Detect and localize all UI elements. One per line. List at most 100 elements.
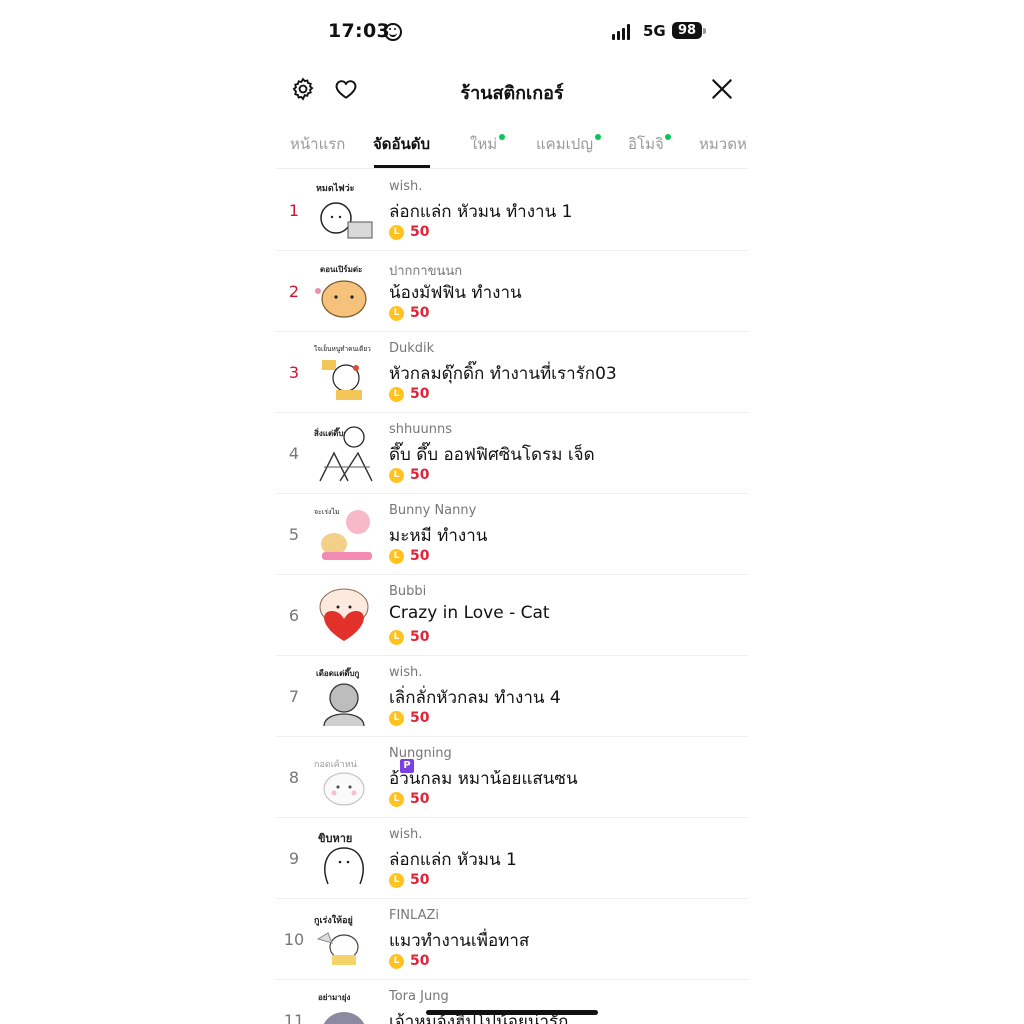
sticker-thumbnail: ขิบหาย [314, 828, 376, 888]
list-item[interactable]: 9 ขิบหาย wish. ล่อกแล่ก หัวมน 1 L 50 [276, 818, 748, 899]
sticker-thumbnail: สิ่งแต่ดึ๊บกู [314, 423, 376, 483]
rank-number: 7 [288, 687, 300, 706]
list-item[interactable]: 2 ดอนเปิร์มด่ะ ปากกาขนนก น้องมัฟฟิน ทำงา… [276, 251, 748, 332]
tab-emoji-dot [665, 134, 671, 140]
coin-icon: L [389, 225, 404, 240]
price-value: 50 [410, 467, 430, 483]
rank-number: 3 [288, 363, 300, 382]
author-name: FINLAZi [389, 908, 439, 923]
header-bar: ร้านสติกเกอร์ [276, 68, 748, 112]
thumb-text: ดอนเปิร์มด่ะ [320, 264, 362, 274]
tab-ranking[interactable]: จัดอันดับ [373, 132, 430, 156]
list-item[interactable]: 5 จะเร่งไม Bunny Nanny มะหมี ทำงาน L 50 [276, 494, 748, 575]
sticker-thumbnail: จะเร่งไม [314, 504, 376, 564]
tab-campaign[interactable]: แคมเปญ [536, 132, 593, 156]
price-value: 50 [410, 872, 430, 888]
page-title: ร้านสติกเกอร์ [460, 83, 564, 104]
status-time: 17:03 [328, 20, 390, 42]
battery-level: 98 [672, 22, 702, 39]
coin-icon: L [389, 873, 404, 888]
coin-icon: L [389, 711, 404, 726]
list-item[interactable]: 6 Bubbi Crazy in Love - Cat L 50 [276, 575, 748, 656]
thumb-text: กูเร่งให้อยู่ [314, 914, 353, 926]
rank-number: 1 [288, 201, 300, 220]
author-name: Dukdik [389, 341, 435, 356]
active-tab-underline [374, 165, 430, 168]
sticker-thumbnail: กูเร่งให้อยู่ [314, 909, 376, 969]
sticker-title: ดึ๊บ ดึ๊บ ออฟฟิศซินโดรม เจ็ด [389, 445, 595, 465]
sticker-thumbnail: หมดไฟว่ะ [314, 180, 376, 240]
author-name: wish. [389, 827, 423, 842]
tab-campaign-dot [595, 134, 601, 140]
thumb-text: หมดไฟว่ะ [316, 182, 355, 194]
author-name: Tora Jung [389, 989, 449, 1004]
author-name: Bubbi [389, 584, 427, 599]
list-item[interactable]: 1 หมดไฟว่ะ wish. ล่อกแล่ก หัวมน ทำงาน 1 … [276, 170, 748, 251]
price-value: 50 [410, 953, 430, 969]
rank-number: 11 [283, 1011, 305, 1024]
close-icon[interactable] [709, 76, 735, 102]
tab-new[interactable]: ใหม่ [470, 132, 497, 156]
price-value: 50 [410, 791, 430, 807]
author-name: wish. [389, 665, 423, 680]
price-value: 50 [410, 710, 430, 726]
rank-number: 10 [283, 930, 305, 949]
price-value: 50 [410, 386, 430, 402]
rank-number: 2 [288, 282, 300, 301]
network-type: 5G [643, 22, 666, 40]
author-name: Bunny Nanny [389, 503, 477, 518]
thumb-text: ขิบหาย [318, 832, 352, 845]
tab-new-dot [499, 134, 505, 140]
list-item[interactable]: 10 กูเร่งให้อยู่ FINLAZi แมวทำงานเพื่อทา… [276, 899, 748, 980]
thumb-text: สิ่งแต่ดึ๊บกู [314, 427, 348, 439]
sticker-thumbnail: ดอนเปิร์มด่ะ [314, 261, 376, 321]
sticker-thumbnail [314, 585, 376, 645]
list-item[interactable]: 3 ใจเย็นหนูทำคนเดียว Dukdik หัวกลมดุ๊กดิ… [276, 332, 748, 413]
sticker-title: เลิ่กลั่กหัวกลม ทำงาน 4 [389, 688, 561, 708]
battery-tip [703, 28, 706, 34]
coin-icon: L [389, 549, 404, 564]
sticker-title: มะหมี ทำงาน [389, 526, 488, 546]
sticker-thumbnail: กอดเค้าหน่ P [314, 747, 414, 807]
sticker-title: อ้วนกลม หมาน้อยแสนซน [389, 769, 578, 789]
rank-number: 9 [288, 849, 300, 868]
sticker-shop-screen: 17:03 5G 98 ร้านสติกเกอร์ หน้าแรก จัดอัน… [276, 0, 748, 1024]
sticker-title: หัวกลมดุ๊กดิ๊ก ทำงานที่เรารัก03 [389, 364, 617, 384]
price-value: 50 [410, 305, 430, 321]
sticker-title: Crazy in Love - Cat [389, 603, 550, 623]
author-name: shhuunns [389, 422, 452, 437]
coin-icon: L [389, 954, 404, 969]
author-name: ปากกาขนนก [389, 264, 463, 279]
sticker-title: ล่อกแล่ก หัวมน 1 [389, 850, 517, 870]
rank-number: 4 [288, 444, 300, 463]
rank-number: 5 [288, 525, 300, 544]
tab-home[interactable]: หน้าแรก [290, 132, 345, 156]
ranking-list: 1 หมดไฟว่ะ wish. ล่อกแล่ก หัวมน ทำงาน 1 … [276, 170, 748, 1024]
list-item[interactable]: 7 เดือดแต่ดึ๊บกู wish. เลิ่กลั่กหัวกลม ท… [276, 656, 748, 737]
sticker-title: น้องมัฟฟิน ทำงาน [389, 283, 522, 303]
coin-icon: L [389, 630, 404, 645]
thumb-text: จะเร่งไม [314, 507, 340, 516]
sticker-title: ล่อกแล่ก หัวมน ทำงาน 1 [389, 202, 573, 222]
coin-icon: L [389, 306, 404, 321]
coin-icon: L [389, 468, 404, 483]
thumb-text: กอดเค้าหน่ [314, 759, 357, 770]
tab-emoji[interactable]: อิโมจิ [628, 132, 664, 156]
sticker-thumbnail: เดือดแต่ดึ๊บกู [314, 666, 376, 727]
home-indicator[interactable] [426, 1010, 598, 1015]
thumb-text: ใจเย็นหนูทำคนเดียว [314, 344, 371, 353]
price-value: 50 [410, 629, 430, 645]
author-name: Nungning [389, 746, 452, 761]
price-value: 50 [410, 224, 430, 240]
signal-icon [612, 24, 636, 40]
smiley-icon [384, 23, 402, 41]
status-bar: 17:03 5G 98 [276, 18, 748, 46]
list-item[interactable]: 11 อย่ามายุ่ง Tora Jung เจ้าหมูจุ้งฮิปโป… [276, 980, 748, 1024]
author-name: wish. [389, 179, 423, 194]
thumb-text: อย่ามายุ่ง [318, 993, 350, 1003]
tab-bar: หน้าแรก จัดอันดับ ใหม่ แคมเปญ อิโมจิ หมว… [276, 124, 748, 169]
tab-categories[interactable]: หมวดห [699, 132, 747, 156]
list-item[interactable]: 4 สิ่งแต่ดึ๊บกู shhuunns ดึ๊บ ดึ๊บ ออฟฟิ… [276, 413, 748, 494]
list-item[interactable]: 8 กอดเค้าหน่ P Nungning อ้วนกลม หมาน้อยแ… [276, 737, 748, 818]
thumb-text: เดือดแต่ดึ๊บกู [316, 667, 360, 679]
